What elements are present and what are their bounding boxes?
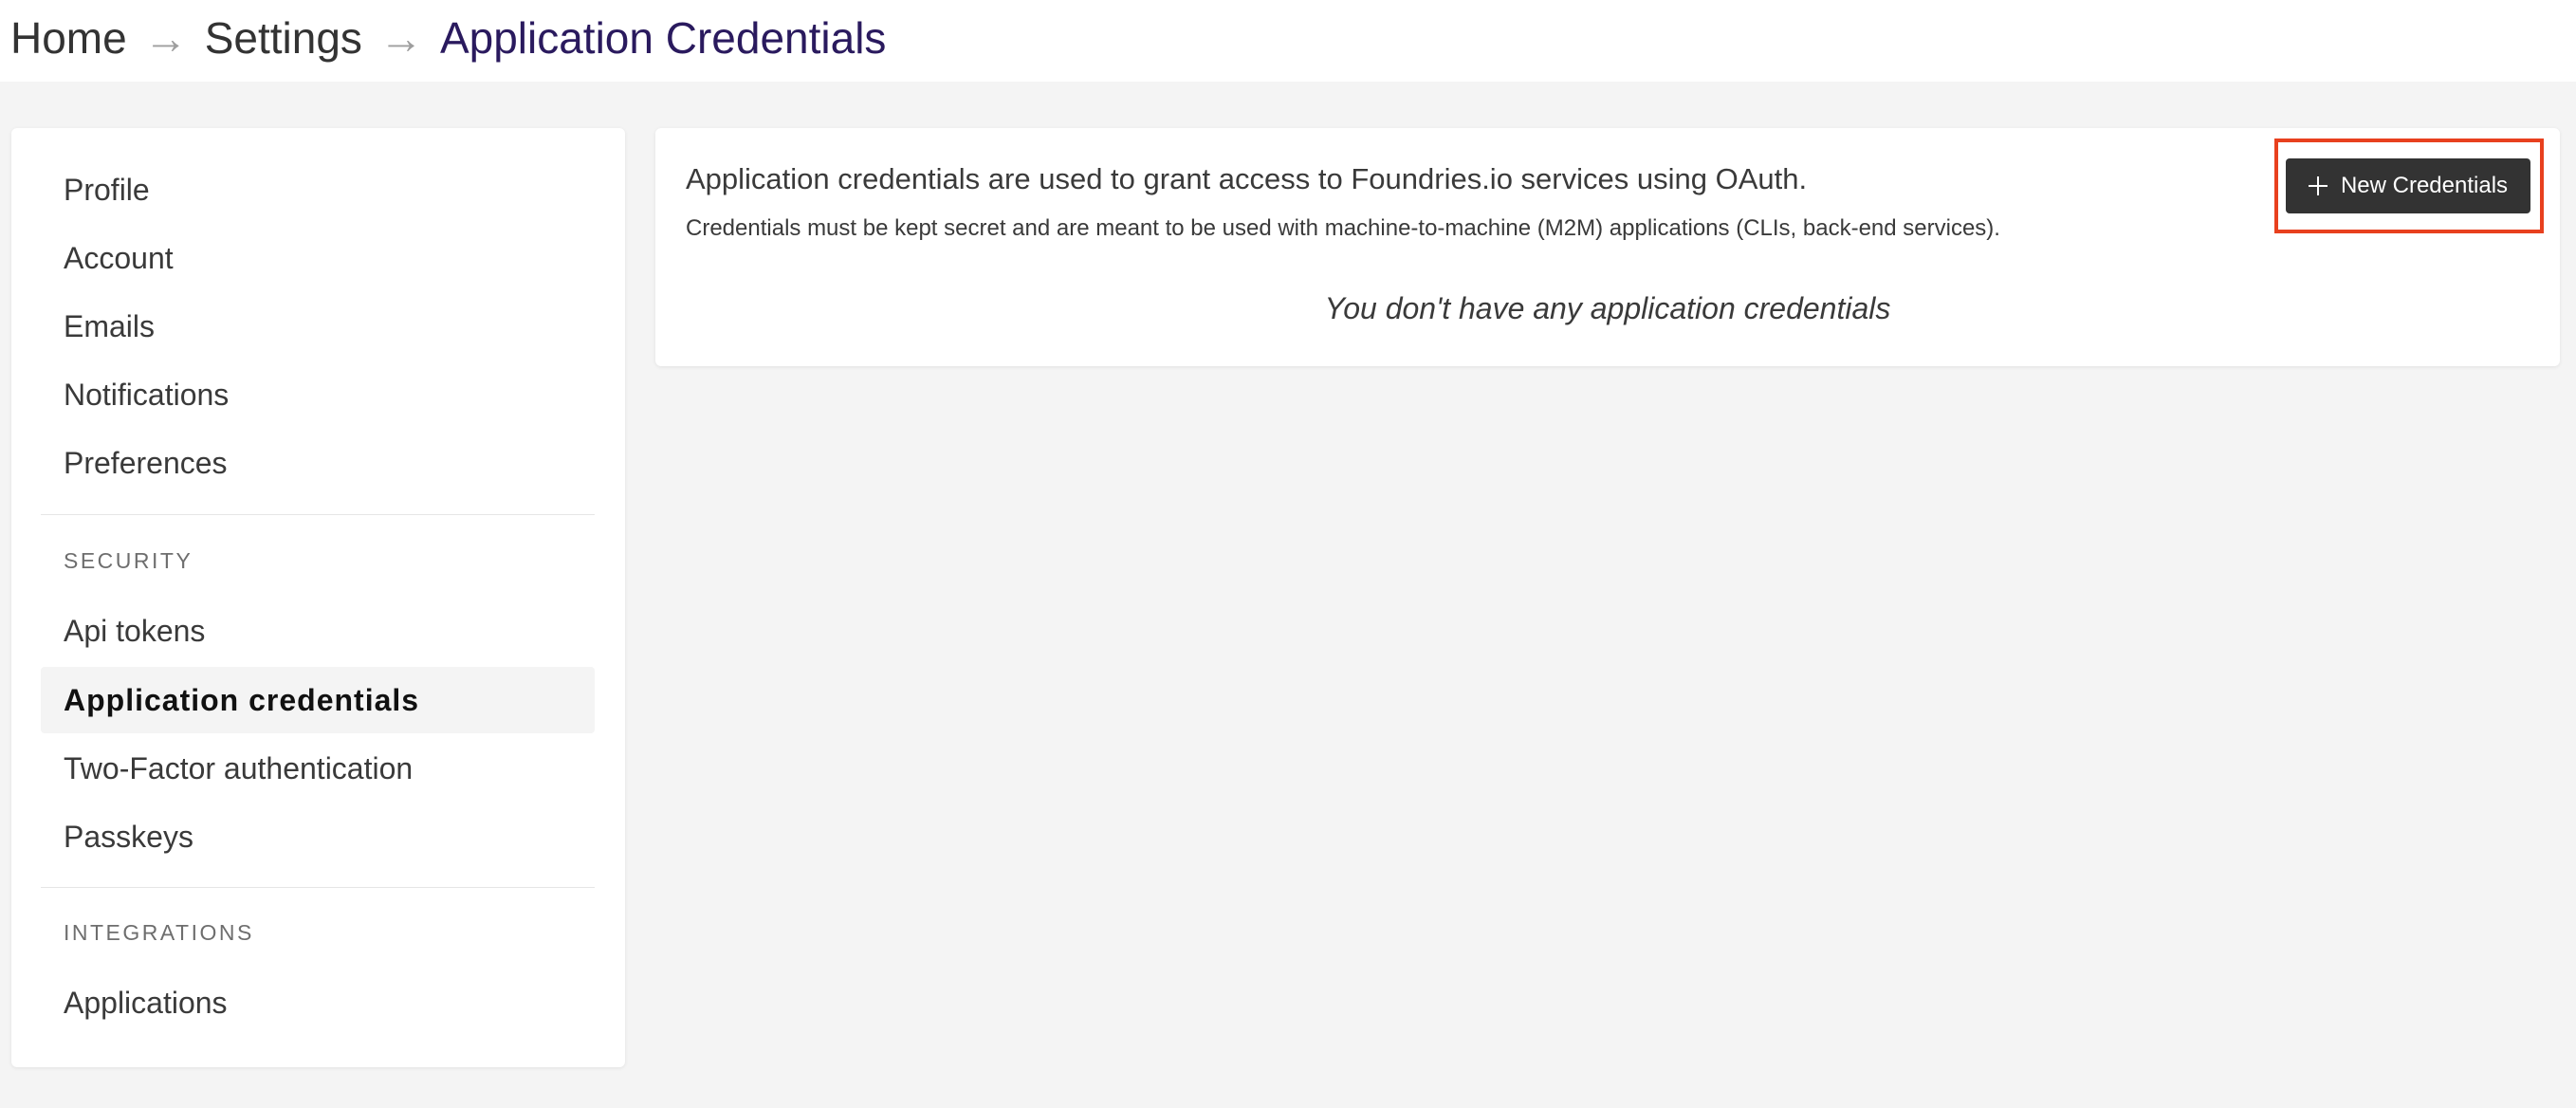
new-credentials-button[interactable]: New Credentials bbox=[2286, 158, 2530, 213]
sidebar-item-emails[interactable]: Emails bbox=[41, 293, 595, 360]
sidebar-section-security: SECURITY bbox=[64, 548, 193, 573]
breadcrumb-arrow-icon: → bbox=[378, 13, 423, 63]
settings-sidebar: Profile Account Emails Notifications Pre… bbox=[11, 128, 625, 1067]
sidebar-item-two-factor-authentication[interactable]: Two-Factor authentication bbox=[41, 735, 595, 802]
sidebar-item-passkeys[interactable]: Passkeys bbox=[41, 803, 595, 870]
sidebar-section-integrations: INTEGRATIONS bbox=[64, 920, 254, 945]
sidebar-divider bbox=[41, 514, 595, 515]
sidebar-item-api-tokens[interactable]: Api tokens bbox=[41, 598, 595, 664]
breadcrumb-current: Application Credentials bbox=[439, 13, 887, 63]
sidebar-item-applications[interactable]: Applications bbox=[41, 970, 595, 1036]
card-description: Credentials must be kept secret and are … bbox=[686, 215, 2000, 241]
sidebar-divider bbox=[41, 887, 595, 888]
new-credentials-label: New Credentials bbox=[2340, 173, 2509, 198]
breadcrumb-arrow-icon: → bbox=[143, 13, 188, 63]
empty-state-message: You don't have any application credentia… bbox=[1324, 291, 1891, 325]
breadcrumb-settings-link[interactable]: Settings bbox=[205, 12, 362, 64]
sidebar-item-application-credentials[interactable]: Application credentials bbox=[41, 667, 595, 733]
breadcrumb-home-link[interactable]: Home bbox=[10, 12, 127, 64]
sidebar-item-preferences[interactable]: Preferences bbox=[41, 430, 595, 496]
top-bar: Home → Settings → Application Credential… bbox=[0, 0, 2576, 82]
sidebar-item-account[interactable]: Account bbox=[41, 225, 595, 291]
breadcrumb: Home → Settings → Application Credential… bbox=[10, 8, 886, 68]
sidebar-item-profile[interactable]: Profile bbox=[41, 157, 595, 223]
sidebar-item-notifications[interactable]: Notifications bbox=[41, 361, 595, 428]
card-title: Application credentials are used to gran… bbox=[686, 162, 1808, 195]
plus-icon bbox=[2308, 176, 2328, 195]
